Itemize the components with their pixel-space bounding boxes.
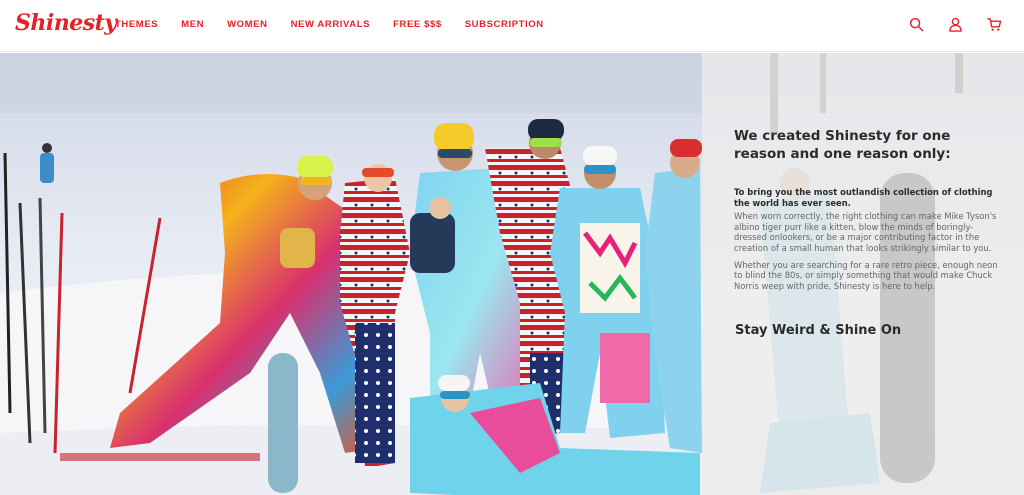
cart-icon[interactable] [987, 17, 1002, 32]
nav-item-men[interactable]: MEN [181, 19, 204, 30]
about-heading: We created Shinesty for one reason and o… [734, 128, 951, 162]
about-body-2: Whether you are searching for a rare ret… [734, 259, 998, 291]
account-icon[interactable] [948, 17, 963, 32]
about-body-1: When worn correctly, the right clothing … [734, 211, 997, 253]
hero-section: We created Shinesty for one reason and o… [0, 53, 1024, 495]
site-header: Shinesty THEMES MEN WOMEN NEW ARRIVALS F… [0, 0, 1024, 52]
tagline: Stay Weird & Shine On [735, 323, 902, 338]
nav-item-free[interactable]: FREE $$$ [393, 19, 442, 30]
main-nav: THEMES MEN WOMEN NEW ARRIVALS FREE $$$ S… [115, 19, 544, 30]
search-icon[interactable] [909, 17, 924, 32]
about-lead: To bring you the most outlandish collect… [734, 187, 993, 208]
nav-item-subscription[interactable]: SUBSCRIPTION [465, 19, 544, 30]
logo[interactable]: Shinesty [15, 10, 117, 36]
nav-item-themes[interactable]: THEMES [115, 19, 158, 30]
header-icons [909, 17, 1002, 32]
nav-item-new-arrivals[interactable]: NEW ARRIVALS [291, 19, 371, 30]
nav-item-women[interactable]: WOMEN [227, 19, 267, 30]
about-copy: We created Shinesty for one reason and o… [734, 127, 999, 291]
